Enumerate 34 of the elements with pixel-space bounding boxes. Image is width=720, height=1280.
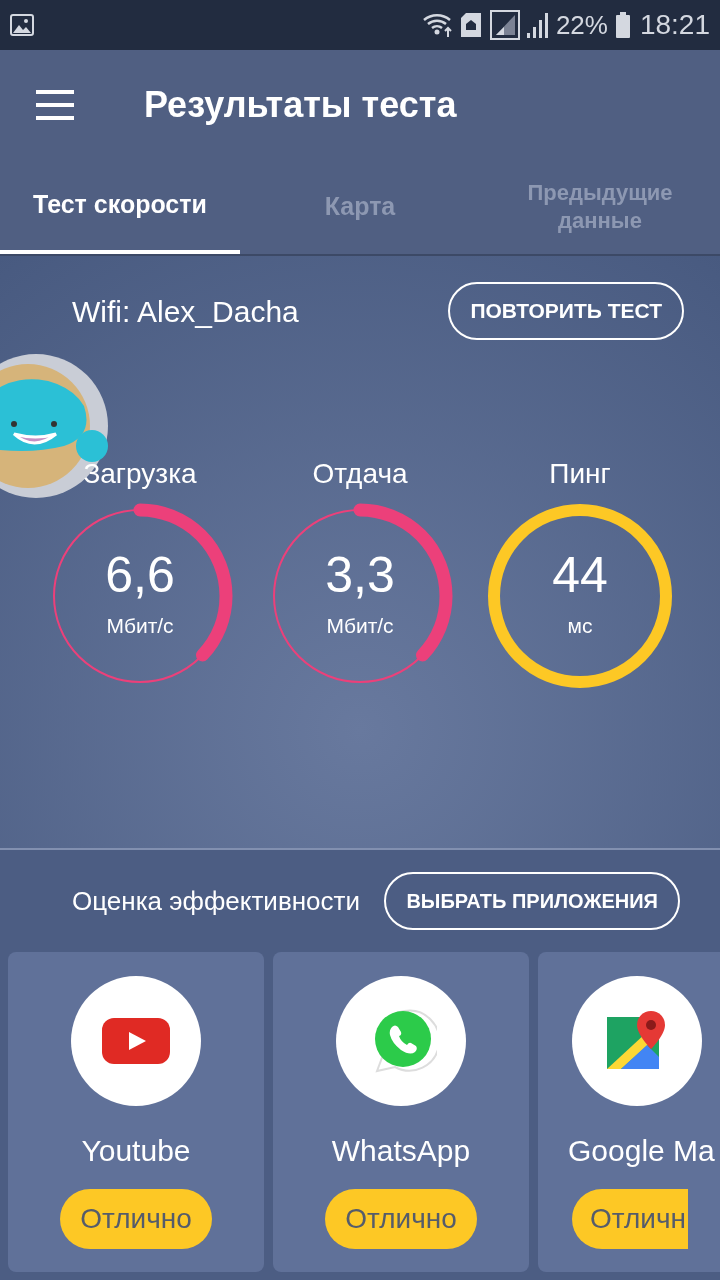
gauge-label: Отдача: [312, 460, 408, 488]
battery-percent: 22%: [555, 8, 608, 42]
screen-title: Результаты теста: [144, 83, 457, 127]
app-card[interactable]: Youtube Отлично: [8, 952, 264, 1272]
gauge-value: 6,6: [105, 550, 175, 601]
signal-icon: [489, 10, 520, 40]
menu-button[interactable]: [36, 90, 76, 120]
gauge-unit: Мбит/с: [326, 613, 394, 640]
wifi-icon: [421, 12, 454, 38]
gauge-value: 3,3: [325, 550, 395, 601]
repeat-test-button[interactable]: ПОВТОРИТЬ ТЕСТ: [448, 282, 684, 340]
play-logo-icon: [102, 1018, 170, 1064]
image-icon: [10, 14, 34, 36]
sim-card-icon: [459, 12, 482, 38]
app-name: Google Ma: [568, 1133, 715, 1169]
section-title: Оценка эффективности: [72, 884, 360, 918]
signal-icon: [525, 11, 550, 39]
gauge-unit: Мбит/с: [106, 613, 174, 640]
rating-badge: Отличн: [572, 1189, 689, 1249]
choose-apps-button[interactable]: ВЫБРАТЬ ПРИЛОЖЕНИЯ: [384, 872, 680, 930]
clock: 18:21: [639, 8, 710, 42]
app-name: Youtube: [81, 1133, 191, 1169]
battery-icon: [615, 12, 630, 38]
gauge-value: 44: [552, 550, 608, 601]
network-name: Wifi: Alex_Dacha: [72, 293, 299, 330]
app-card[interactable]: Google Ma Отличн: [538, 952, 720, 1272]
app-card[interactable]: WhatsApp Отлично: [273, 952, 529, 1272]
rating-badge: Отлично: [60, 1189, 212, 1249]
gauge-label: Пинг: [549, 460, 611, 488]
rating-badge: Отлично: [325, 1189, 477, 1249]
gauge-label: Загрузка: [83, 460, 197, 488]
map-pin-icon: [607, 1011, 667, 1071]
gauge-unit: мс: [567, 613, 593, 640]
app-name: WhatsApp: [331, 1133, 471, 1169]
